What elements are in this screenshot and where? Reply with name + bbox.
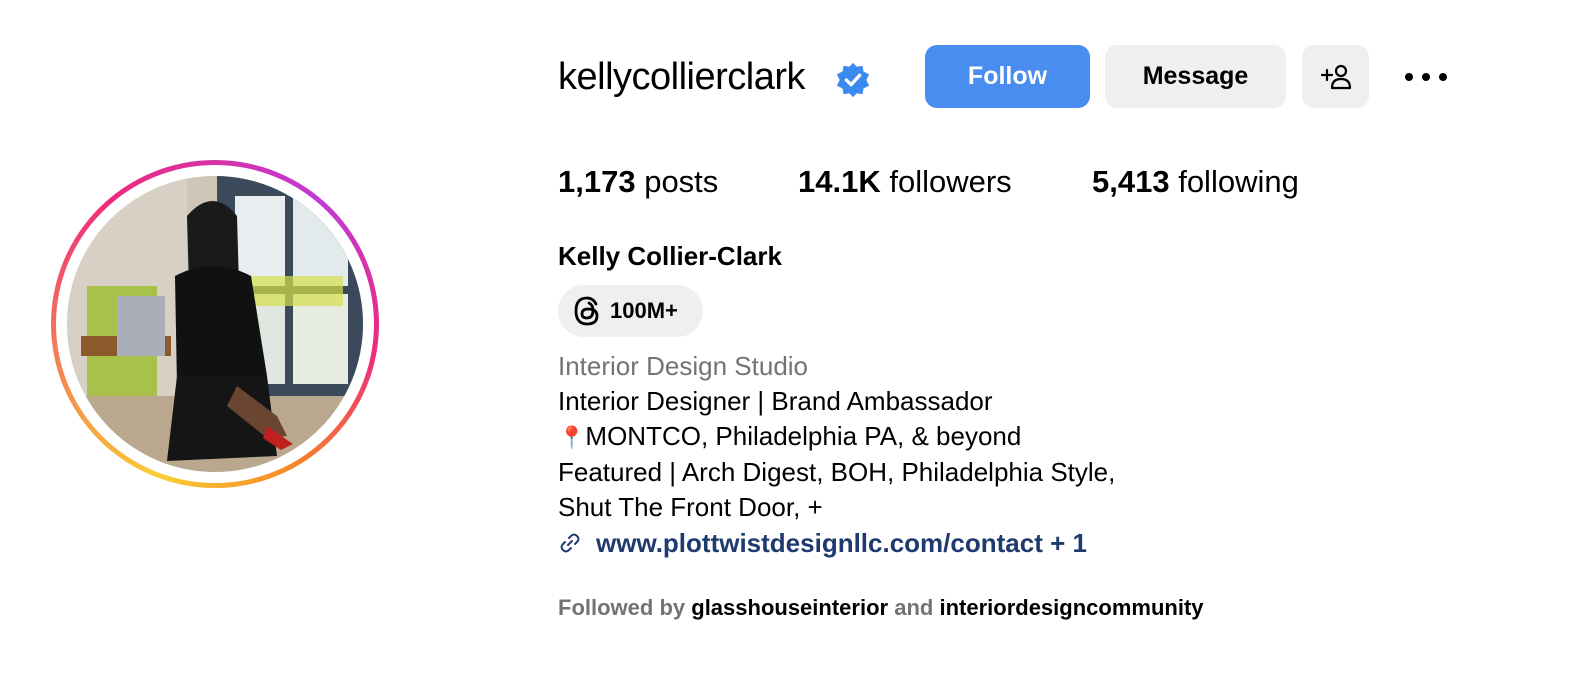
verified-badge-icon: [836, 62, 870, 98]
bio-line-1: Interior Designer | Brand Ambassador: [558, 386, 993, 416]
add-person-icon: [1320, 64, 1351, 89]
followers-count: 14.1K: [798, 164, 881, 199]
bio-line-2: 📍MONTCO, Philadelphia PA, & beyond: [558, 419, 1021, 455]
threads-badge-label: 100M+: [610, 298, 678, 323]
message-button[interactable]: Message: [1105, 45, 1286, 108]
profile-avatar[interactable]: [51, 160, 379, 488]
threads-badge[interactable]: 100M+: [558, 285, 703, 337]
follow-button[interactable]: Follow: [925, 45, 1090, 108]
link-icon: [560, 533, 580, 553]
bio-link-text[interactable]: www.plottwistdesignllc.com/contact + 1: [596, 528, 1087, 559]
posts-count: 1,173: [558, 164, 636, 199]
posts-label: posts: [644, 164, 719, 199]
bio-location: MONTCO, Philadelphia PA, & beyond: [585, 421, 1022, 451]
pin-icon: 📍: [558, 425, 586, 450]
bio-line-3: Featured | Arch Digest, BOH, Philadelphi…: [558, 457, 1116, 487]
followed-by-prefix: Followed by: [558, 595, 686, 620]
followers-label: followers: [889, 164, 1012, 199]
followed-by-account-2[interactable]: interiordesigncommunity: [939, 595, 1203, 620]
more-options-icon: [1405, 73, 1447, 81]
followed-by-account-1[interactable]: glasshouseinterior: [691, 595, 888, 620]
bio-line-4: Shut The Front Door, +: [558, 492, 823, 522]
following-label: following: [1178, 164, 1299, 199]
avatar-photo: [67, 176, 363, 472]
followers-stat[interactable]: 14.1K followers: [798, 163, 1012, 201]
more-options-button[interactable]: [1398, 58, 1454, 96]
profile-username: kellycollierclark: [558, 56, 806, 98]
bio-category: Interior Design Studio: [558, 351, 809, 381]
bio-link[interactable]: www.plottwistdesignllc.com/contact + 1: [558, 526, 1087, 560]
add-user-button[interactable]: [1302, 45, 1369, 108]
threads-icon: [574, 296, 599, 326]
followed-by: Followed by glasshouseinterior and inter…: [558, 594, 1204, 622]
posts-stat: 1,173 posts: [558, 163, 718, 201]
following-stat[interactable]: 5,413 following: [1092, 163, 1299, 201]
followed-by-conjunction: and: [894, 595, 934, 620]
profile-full-name: Kelly Collier-Clark: [558, 241, 782, 271]
following-count: 5,413: [1092, 164, 1170, 199]
